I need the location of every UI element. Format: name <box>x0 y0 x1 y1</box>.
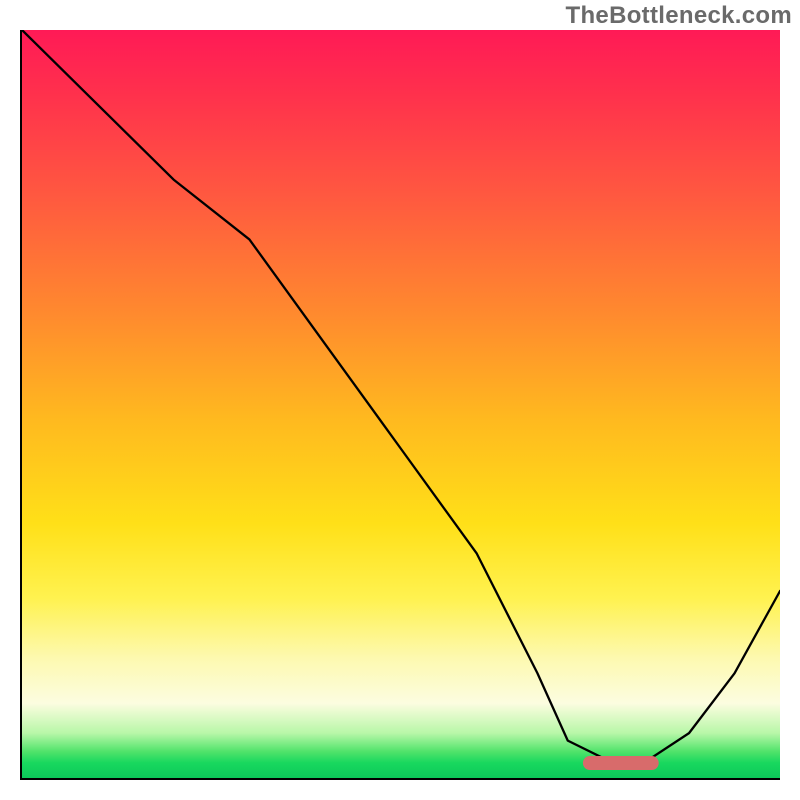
watermark-label: TheBottleneck.com <box>566 2 792 30</box>
gradient-background <box>22 30 780 778</box>
chart-container: TheBottleneck.com <box>0 0 800 800</box>
plot-area <box>20 30 780 780</box>
